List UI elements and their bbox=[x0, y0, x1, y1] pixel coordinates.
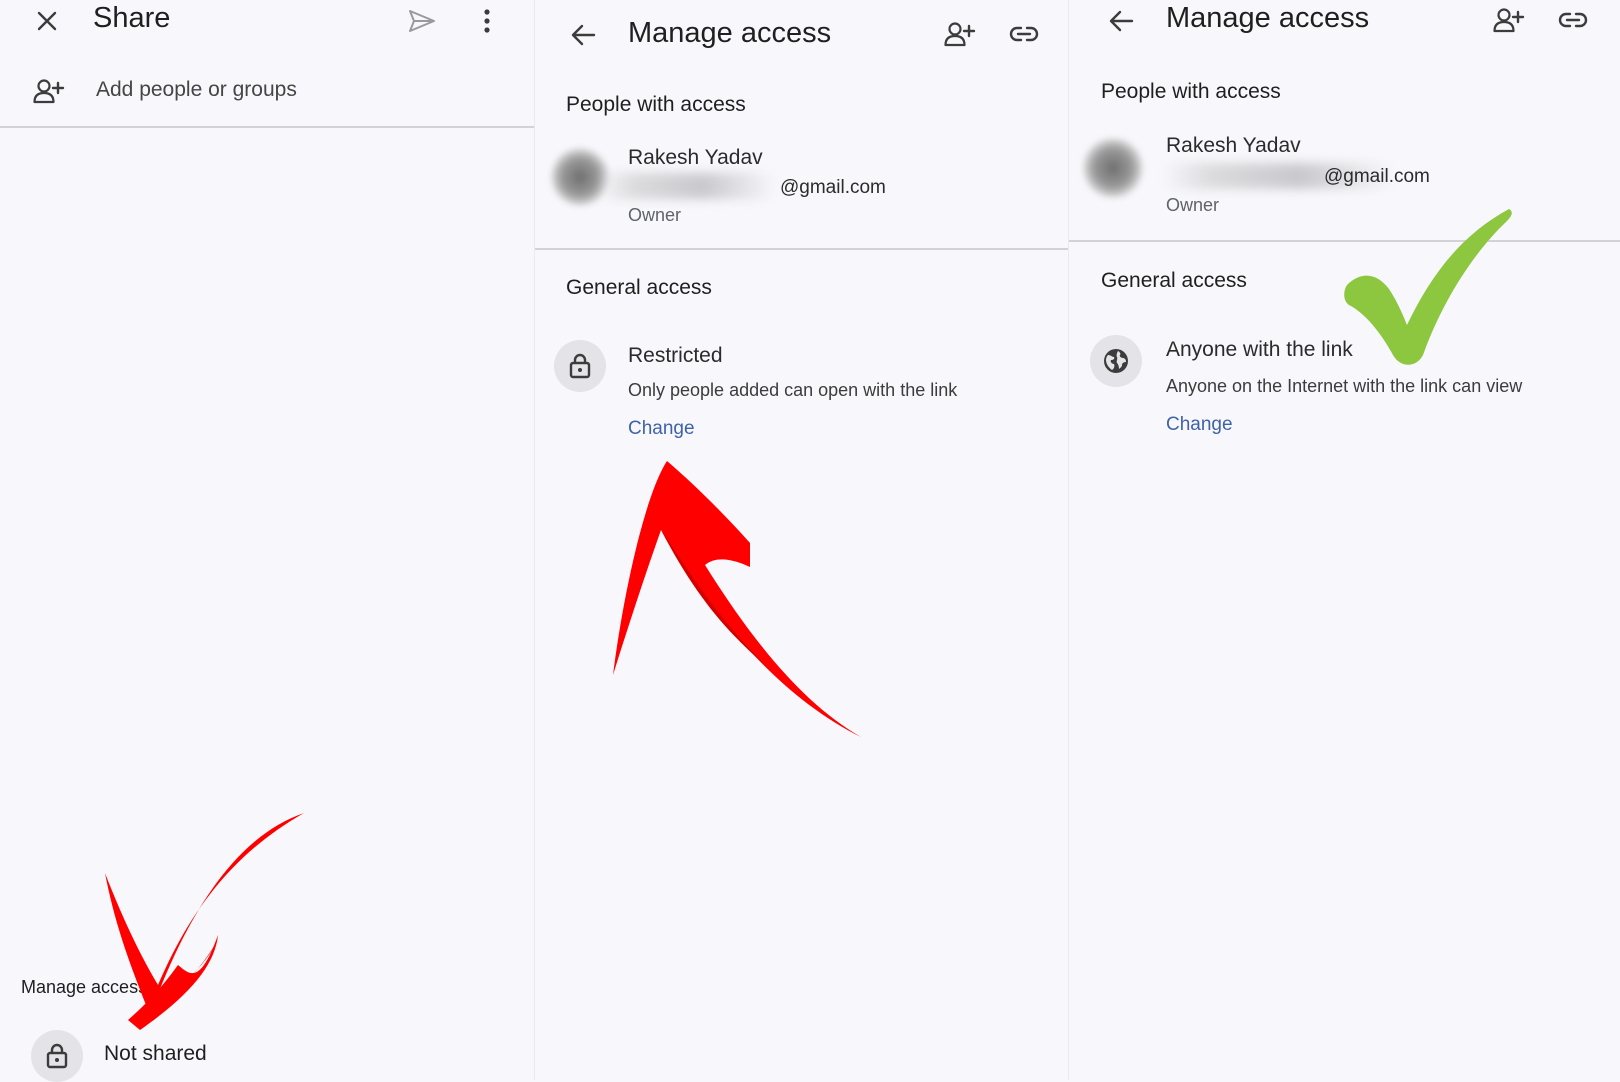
general-access-row[interactable]: Anyone with the link Anyone on the Inter… bbox=[1069, 330, 1620, 440]
page-title: Manage access bbox=[628, 17, 832, 49]
people-with-access-heading: People with access bbox=[566, 93, 746, 116]
lock-icon-container bbox=[31, 1030, 83, 1082]
person-add-icon bbox=[944, 22, 976, 47]
person-role: Owner bbox=[1166, 195, 1220, 215]
send-icon bbox=[409, 10, 435, 32]
change-access-link[interactable]: Change bbox=[1166, 414, 1233, 436]
copy-link-button[interactable] bbox=[1553, 3, 1593, 37]
page-title: Manage access bbox=[1166, 2, 1370, 34]
globe-icon bbox=[1104, 349, 1128, 373]
lock-icon bbox=[569, 353, 591, 379]
manage-access-panel-restricted: Manage access People with access Rakesh … bbox=[535, 0, 1068, 1080]
more-options-button[interactable] bbox=[470, 4, 504, 38]
link-icon bbox=[1558, 12, 1588, 28]
share-panel: Share Add people or groups Manage access… bbox=[0, 0, 534, 1082]
divider bbox=[0, 126, 534, 128]
globe-icon-container bbox=[1090, 335, 1142, 387]
general-access-heading: General access bbox=[566, 276, 712, 299]
close-button[interactable] bbox=[30, 4, 64, 38]
person-add-icon bbox=[33, 79, 65, 104]
person-row[interactable]: Rakesh Yadav @gmail.com Owner bbox=[1069, 128, 1620, 220]
change-access-link[interactable]: Change bbox=[628, 418, 695, 440]
lock-icon bbox=[46, 1043, 68, 1069]
person-row[interactable]: Rakesh Yadav @gmail.com Owner bbox=[535, 140, 1068, 232]
add-people-button[interactable] bbox=[940, 17, 980, 51]
add-people-row[interactable]: Add people or groups bbox=[0, 70, 534, 122]
share-title: Share bbox=[93, 2, 171, 34]
send-button[interactable] bbox=[404, 4, 440, 38]
access-level-description: Anyone on the Internet with the link can… bbox=[1166, 376, 1523, 396]
person-role: Owner bbox=[628, 205, 682, 225]
general-access-heading: General access bbox=[1101, 269, 1247, 292]
divider bbox=[1069, 240, 1620, 242]
access-level-title: Anyone with the link bbox=[1166, 338, 1353, 361]
access-level-title: Restricted bbox=[628, 344, 723, 367]
red-arrow-down-icon bbox=[105, 813, 304, 1030]
divider bbox=[535, 248, 1068, 250]
add-people-input: Add people or groups bbox=[96, 78, 297, 101]
link-icon bbox=[1009, 26, 1039, 42]
red-arrow-up-icon bbox=[613, 461, 861, 737]
people-with-access-heading: People with access bbox=[1101, 80, 1281, 103]
avatar bbox=[1083, 138, 1143, 198]
back-arrow-icon bbox=[571, 24, 596, 46]
manage-access-label: Manage access bbox=[21, 977, 148, 997]
copy-link-button[interactable] bbox=[1004, 17, 1044, 51]
person-add-icon bbox=[1493, 8, 1525, 33]
back-button[interactable] bbox=[565, 18, 601, 52]
close-icon bbox=[37, 11, 57, 31]
person-email: @gmail.com bbox=[780, 177, 886, 198]
more-vert-icon bbox=[484, 9, 490, 33]
not-shared-row[interactable]: Not shared bbox=[30, 1027, 330, 1082]
status-label: Not shared bbox=[104, 1042, 207, 1065]
general-access-row[interactable]: Restricted Only people added can open wi… bbox=[535, 336, 1068, 446]
add-people-button[interactable] bbox=[1489, 3, 1529, 37]
person-email: @gmail.com bbox=[1324, 166, 1430, 187]
manage-access-panel-anyone: Manage access People with access Rakesh … bbox=[1069, 0, 1620, 1080]
email-redaction bbox=[597, 173, 775, 199]
back-arrow-icon bbox=[1109, 10, 1134, 32]
access-level-description: Only people added can open with the link bbox=[628, 380, 958, 400]
back-button[interactable] bbox=[1103, 4, 1139, 38]
lock-icon-container bbox=[554, 340, 606, 392]
person-name: Rakesh Yadav bbox=[1166, 134, 1301, 157]
person-name: Rakesh Yadav bbox=[628, 146, 763, 169]
